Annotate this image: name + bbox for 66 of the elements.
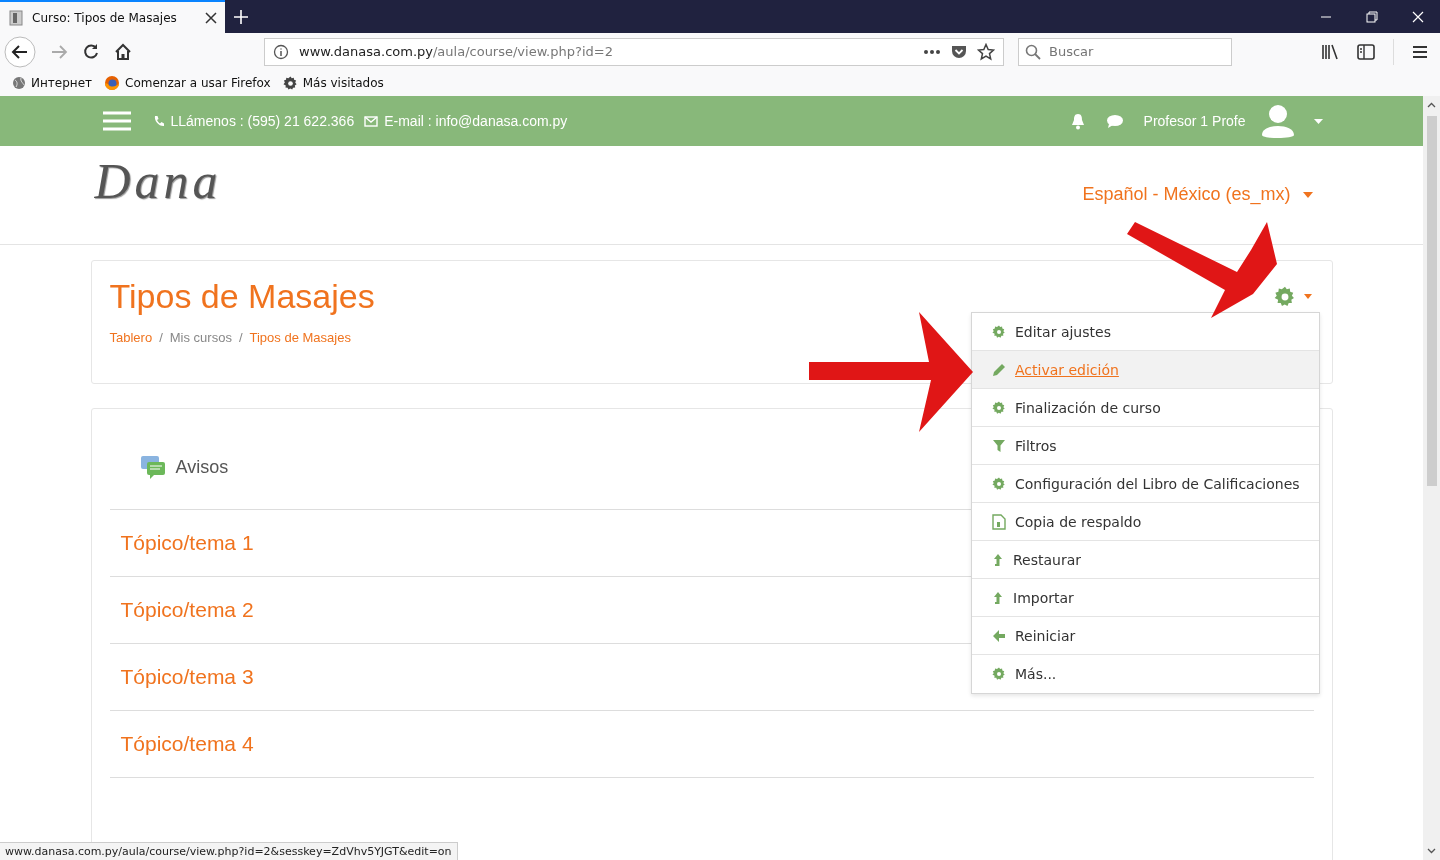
status-bar: www.danasa.com.py/aula/course/view.php?id=2&sesskey=ZdVhv5YJGT&edit=on [0, 842, 458, 860]
globe-icon [12, 76, 26, 90]
gear-icon [992, 324, 1006, 339]
caret-icon [1302, 191, 1313, 198]
gear-icon [992, 667, 1006, 681]
menu-item[interactable]: Reiniciar [972, 617, 1319, 655]
bookmark-label: Más visitados [302, 76, 384, 90]
bookmark-item[interactable]: Más visitados [282, 75, 384, 91]
tab-title: Curso: Tipos de Masajes [32, 10, 178, 25]
home-icon[interactable] [114, 42, 132, 61]
announcements-link[interactable]: Avisos [175, 456, 229, 478]
menu-item[interactable]: Restaurar [972, 541, 1319, 579]
browser-tab[interactable]: Curso: Tipos de Masajes [0, 0, 225, 33]
envelope-icon [364, 115, 379, 127]
scroll-up-icon[interactable] [1427, 102, 1436, 108]
back-icon[interactable] [4, 35, 36, 68]
fox-icon [104, 75, 121, 91]
close-icon[interactable] [205, 11, 217, 24]
bookmark-item[interactable]: Comenzar a usar Firefox [104, 75, 271, 91]
gear-icon [992, 400, 1006, 415]
menu-item[interactable]: Configuración del Libro de Calificaciones [972, 465, 1319, 503]
breadcrumb-item: Mis cursos [169, 330, 232, 345]
menu-item[interactable]: Más... [972, 655, 1319, 693]
pocket-icon[interactable] [951, 43, 967, 60]
upload-icon [992, 552, 1004, 567]
more-icon[interactable] [923, 48, 941, 55]
left-arrow-icon [992, 628, 1006, 643]
page-icon [8, 9, 24, 26]
url-text: www.danasa.com.py/aula/course/view.php?id=2 [299, 44, 614, 59]
bookmark-label: Интернет [31, 76, 93, 90]
course-title: Tipos de Masajes [109, 277, 375, 316]
phone-text: LLámenos : (595) 21 622.366 [170, 113, 355, 129]
search-field[interactable]: Buscar [1018, 37, 1232, 66]
scroll-down-icon[interactable] [1427, 848, 1436, 854]
funnel-icon [992, 438, 1006, 453]
bookmark-item[interactable]: Интернет [12, 76, 93, 90]
logo[interactable]: Dana [94, 152, 222, 210]
new-tab-icon[interactable] [233, 8, 249, 25]
sidebar-icon[interactable] [1357, 43, 1375, 60]
scrollbar[interactable] [1423, 96, 1440, 860]
library-icon[interactable] [1321, 43, 1339, 60]
settings-button[interactable] [1273, 285, 1312, 308]
info-icon [273, 43, 289, 60]
search-icon [1025, 43, 1041, 60]
menu-icon[interactable] [1412, 44, 1428, 59]
settings-icon [1273, 285, 1296, 308]
email-text: E-mail : info@danasa.com.py [384, 113, 568, 129]
gear-icon [282, 75, 298, 91]
caret-icon [1303, 294, 1312, 299]
menu-item[interactable]: Copia de respaldo [972, 503, 1319, 541]
restore-icon[interactable] [1366, 10, 1378, 23]
star-icon[interactable] [977, 42, 995, 61]
address-bar[interactable]: www.danasa.com.py/aula/course/view.php?id=2 [264, 37, 1004, 66]
breadcrumb-separator: / [159, 330, 163, 345]
menu-item[interactable]: Importar [972, 579, 1319, 617]
bookmark-label: Comenzar a usar Firefox [125, 76, 271, 90]
menu-item[interactable]: Finalización de curso [972, 389, 1319, 427]
reload-icon[interactable] [82, 42, 100, 61]
file-icon [992, 513, 1006, 530]
menu-item[interactable]: Filtros [972, 427, 1319, 465]
pencil-icon [992, 362, 1006, 377]
breadcrumb-separator: / [238, 330, 243, 345]
forum-icon [139, 455, 166, 479]
gear-icon [992, 476, 1006, 491]
upload-icon [992, 590, 1004, 605]
phone-icon [152, 115, 165, 127]
